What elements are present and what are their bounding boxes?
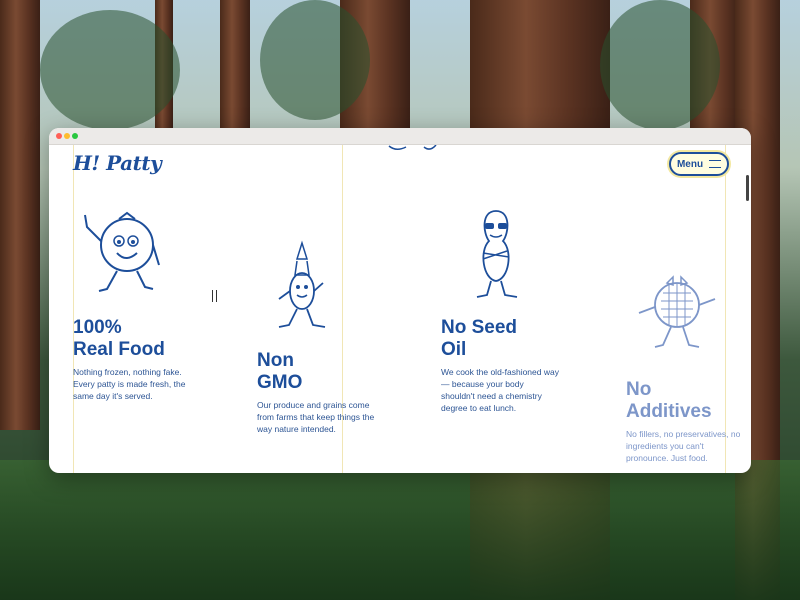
- feature-real-food: 100% Real Food Nothing frozen, nothing fa…: [73, 145, 243, 473]
- tomato-mascot-icon: [84, 211, 160, 292]
- browser-window: H! Patty Menu 100% Real Food Nothing fro…: [49, 128, 751, 473]
- maximize-window-button[interactable]: [72, 133, 78, 139]
- waffle-mascot-icon: [638, 275, 716, 348]
- peanut-mascot-icon: [476, 210, 518, 298]
- feature-title: 100% Real Food: [73, 317, 165, 360]
- page-viewport: H! Patty Menu 100% Real Food Nothing fro…: [49, 145, 751, 473]
- minimize-window-button[interactable]: [64, 133, 70, 139]
- wheat-mascot-icon: [278, 240, 326, 328]
- feature-no-seed-oil: No Seed Oil We cook the old-fashioned way…: [441, 145, 611, 473]
- window-titlebar: [49, 128, 751, 145]
- feature-description: We cook the old-fashioned way — because …: [441, 367, 559, 413]
- feature-non-gmo: Non GMO Our produce and grains come from …: [257, 145, 427, 473]
- feature-description: No fillers, no preservatives, no ingredi…: [626, 429, 741, 463]
- feature-description: Our produce and grains come from farms t…: [257, 400, 375, 434]
- feature-no-additives: No Additives No fillers, no preservatives…: [626, 145, 751, 473]
- feature-title: No Seed Oil: [441, 317, 518, 360]
- text-cursor-icon: [212, 290, 217, 302]
- close-window-button[interactable]: [56, 133, 62, 139]
- feature-title: Non GMO: [257, 350, 303, 393]
- feature-title: No Additives: [626, 379, 712, 422]
- feature-description: Nothing frozen, nothing fake. Every patt…: [73, 367, 186, 401]
